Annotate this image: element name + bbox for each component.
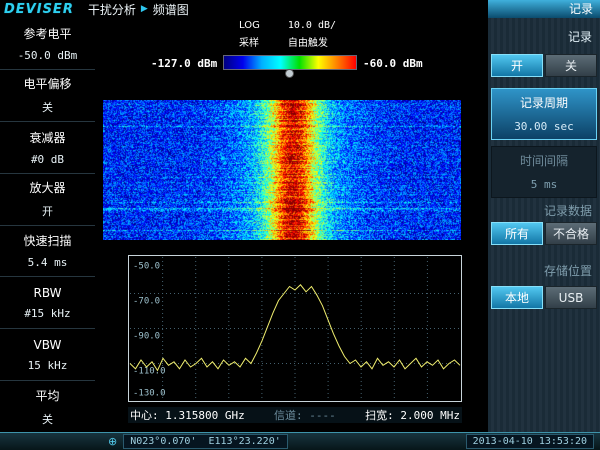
title-mode: 干扰分析 [88,1,136,18]
center-frequency: 中心: 1.315800 GHz [128,407,247,423]
colorbar-gradient [223,55,357,70]
time-interval-item[interactable]: 时间间隔 5 ms [491,146,597,198]
record-period-item[interactable]: 记录周期 30.00 sec [491,88,597,140]
analyzer-screen: DEVISER 干扰分析 ▶ 频谱图 参考电平 -50.0 dBm 电平偏移 关… [0,0,600,450]
storage-usb-button[interactable]: USB [545,286,597,309]
record-on-button[interactable]: 开 [491,54,543,77]
record-data-fail-button[interactable]: 不合格 [545,222,597,245]
sidebar-item-amplifier[interactable]: 放大器 开 [0,174,95,226]
param-value: 开 [42,203,53,219]
svg-text:-70.0: -70.0 [133,297,160,307]
param-value: #15 kHz [24,307,70,320]
svg-text:-50.0: -50.0 [133,262,160,272]
spectrum-chart: -50.0 -70.0 -90.0 -110.0 -130.0 [128,255,462,402]
record-data-label: 记录数据 [544,202,592,219]
sidebar-item-level-offset[interactable]: 电平偏移 关 [0,70,95,122]
colorbar-slider-handle[interactable] [285,69,294,78]
sidebar-item-attenuator[interactable]: 衰减器 #0 dB [0,122,95,174]
param-label: 电平偏移 [23,75,71,92]
gps-coordinates: N023°0.070' E113°23.220' [123,434,288,449]
sidebar-item-average[interactable]: 平均 关 [0,381,95,432]
param-value: -50.0 dBm [18,49,78,62]
spectrum-svg: -50.0 -70.0 -90.0 -110.0 -130.0 [128,255,462,402]
frequency-readout-row: 中心: 1.315800 GHz 信道: ---- 扫宽: 2.000 MHz [128,407,462,423]
channel-readout: 信道: ---- [272,407,338,423]
param-label: 放大器 [29,179,65,196]
svg-text:-90.0: -90.0 [133,332,160,342]
param-value: #0 dB [31,153,64,166]
page-title: 干扰分析 ▶ 频谱图 [88,1,189,18]
record-period-label: 记录周期 [492,89,596,111]
sidebar-item-fast-sweep[interactable]: 快速扫描 5.4 ms [0,226,95,278]
sweep-info: LOG 10.0 dB/ 采样 自由触发 [239,20,336,49]
colorbar-row: -127.0 dBm -60.0 dBm [95,52,488,78]
param-label: RBW [33,286,61,300]
storage-location-label: 存储位置 [544,262,592,279]
sidebar-item-rbw[interactable]: RBW #15 kHz [0,277,95,329]
scale-per-div: 10.0 dB/ [288,20,336,31]
main-display: LOG 10.0 dB/ 采样 自由触发 -127.0 dBm -60.0 dB… [95,18,488,432]
param-label: 参考电平 [23,25,71,42]
record-on-off-toggle: 开 关 [491,54,597,77]
gps-satellite-icon: ⊕ [108,437,117,447]
record-off-button[interactable]: 关 [545,54,597,77]
record-data-toggle: 所有 不合格 [491,222,597,245]
param-label: 衰减器 [29,129,65,146]
deviser-logo: DEVISER [4,2,74,17]
datetime-readout: 2013-04-10 13:53:20 [466,434,594,449]
param-value: 5.4 ms [28,256,68,269]
chevron-right-icon: ▶ [141,4,148,14]
detector-mode: 采样 [239,34,260,49]
time-interval-value: 5 ms [492,169,596,197]
param-label: 快速扫描 [23,232,71,249]
sidebar-item-vbw[interactable]: VBW 15 kHz [0,329,95,381]
record-panel-header: 记录 [488,0,600,18]
trigger-mode: 自由触发 [288,34,336,49]
title-view: 频谱图 [153,1,189,18]
param-value: 关 [42,411,53,427]
waterfall-display [103,100,461,240]
colorbar-min-label: -127.0 dBm [151,57,217,70]
svg-text:-130.0: -130.0 [133,389,166,399]
param-value: 15 kHz [28,359,68,372]
record-panel: 记录 记录 开 关 记录周期 30.00 sec 时间间隔 5 ms 记录数据 … [488,0,600,432]
record-data-all-button[interactable]: 所有 [491,222,543,245]
record-toggle-label: 记录 [568,28,592,45]
time-interval-label: 时间间隔 [492,147,596,169]
waterfall-canvas [103,100,461,240]
title-bar: DEVISER 干扰分析 ▶ 频谱图 [0,0,488,18]
storage-location-toggle: 本地 USB [491,286,597,309]
sidebar-item-ref-level[interactable]: 参考电平 -50.0 dBm [0,18,95,70]
param-label: 平均 [35,387,59,404]
svg-text:-110.0: -110.0 [133,367,166,377]
status-bar: ⊕ N023°0.070' E113°23.220' 2013-04-10 13… [0,432,600,450]
parameter-sidebar: 参考电平 -50.0 dBm 电平偏移 关 衰减器 #0 dB 放大器 开 快速… [0,18,95,432]
span-readout: 扫宽: 2.000 MHz [363,407,462,423]
storage-local-button[interactable]: 本地 [491,286,543,309]
param-label: VBW [34,338,62,352]
scale-type-label: LOG [239,20,260,31]
colorbar-max-label: -60.0 dBm [363,57,423,70]
record-period-value: 30.00 sec [492,111,596,139]
param-value: 关 [42,99,53,115]
